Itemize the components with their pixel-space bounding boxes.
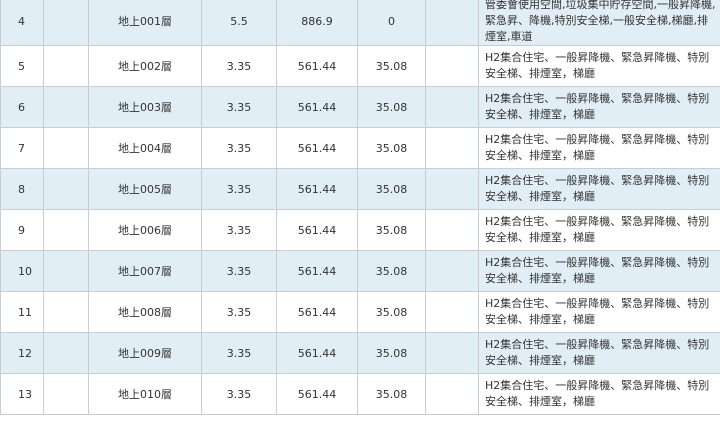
floor-height: 3.35: [201, 168, 277, 210]
table-row: 12 地上009層 3.35 561.44 35.08 H2集合住宅、一般昇降機…: [0, 332, 720, 374]
floor-area: 561.44: [276, 45, 358, 87]
floor-area: 561.44: [276, 209, 358, 251]
table-row: 9 地上006層 3.35 561.44 35.08 H2集合住宅、一般昇降機、…: [0, 209, 720, 251]
floor-name: 地上006層: [88, 209, 202, 251]
empty-cell: [43, 250, 89, 292]
floor-usage: H2集合住宅、一般昇降機、緊急昇降機、特別安全梯、排煙室，梯廳: [478, 291, 720, 333]
empty-cell: [43, 168, 89, 210]
empty-cell: [425, 291, 479, 333]
floor-usage: H2集合住宅、一般昇降機、緊急昇降機、特別安全梯、排煙室，梯廳: [478, 373, 720, 415]
floor-height: 3.35: [201, 86, 277, 128]
empty-cell: [425, 168, 479, 210]
mezzanine-area: 35.08: [357, 127, 426, 169]
floor-height: 3.35: [201, 127, 277, 169]
floor-height: 3.35: [201, 209, 277, 251]
empty-cell: [43, 45, 89, 87]
mezzanine-area: 35.08: [357, 332, 426, 374]
row-number: 12: [0, 332, 44, 374]
floor-name: 地上005層: [88, 168, 202, 210]
floor-area: 561.44: [276, 291, 358, 333]
empty-cell: [43, 127, 89, 169]
mezzanine-area: 35.08: [357, 209, 426, 251]
floor-height: 5.5: [201, 0, 277, 46]
table-row: 10 地上007層 3.35 561.44 35.08 H2集合住宅、一般昇降機…: [0, 250, 720, 292]
mezzanine-area: 35.08: [357, 168, 426, 210]
empty-cell: [425, 45, 479, 87]
empty-cell: [425, 209, 479, 251]
empty-cell: [425, 86, 479, 128]
floor-usage: H2集合住宅、一般昇降機、緊急昇降機、特別安全梯、排煙室，梯廳: [478, 168, 720, 210]
floor-name: 地上001層: [88, 0, 202, 46]
table-row: 4 地上001層 5.5 886.9 0 管委會使用空間,垃圾集中貯存空間,一般…: [0, 0, 720, 46]
floor-name: 地上003層: [88, 86, 202, 128]
mezzanine-area: 35.08: [357, 373, 426, 415]
row-number: 6: [0, 86, 44, 128]
empty-cell: [425, 250, 479, 292]
floor-name: 地上004層: [88, 127, 202, 169]
table-row: 5 地上002層 3.35 561.44 35.08 H2集合住宅、一般昇降機、…: [0, 45, 720, 87]
floor-area: 561.44: [276, 373, 358, 415]
table-body: 4 地上001層 5.5 886.9 0 管委會使用空間,垃圾集中貯存空間,一般…: [0, 0, 720, 415]
floor-name: 地上002層: [88, 45, 202, 87]
floor-name: 地上007層: [88, 250, 202, 292]
floor-area: 561.44: [276, 250, 358, 292]
floor-height: 3.35: [201, 332, 277, 374]
empty-cell: [43, 291, 89, 333]
row-number: 10: [0, 250, 44, 292]
mezzanine-area: 35.08: [357, 291, 426, 333]
mezzanine-area: 0: [357, 0, 426, 46]
empty-cell: [43, 332, 89, 374]
table-row: 7 地上004層 3.35 561.44 35.08 H2集合住宅、一般昇降機、…: [0, 127, 720, 169]
empty-cell: [43, 209, 89, 251]
floor-height: 3.35: [201, 373, 277, 415]
floor-usage: H2集合住宅、一般昇降機、緊急昇降機、特別安全梯、排煙室，梯廳: [478, 86, 720, 128]
empty-cell: [43, 0, 89, 46]
row-number: 7: [0, 127, 44, 169]
row-number: 4: [0, 0, 44, 46]
floor-name: 地上008層: [88, 291, 202, 333]
floor-usage: H2集合住宅、一般昇降機、緊急昇降機、特別安全梯、排煙室，梯廳: [478, 209, 720, 251]
row-number: 5: [0, 45, 44, 87]
row-number: 11: [0, 291, 44, 333]
empty-cell: [425, 127, 479, 169]
floor-height: 3.35: [201, 250, 277, 292]
empty-cell: [425, 0, 479, 46]
floor-height: 3.35: [201, 45, 277, 87]
table-row: 11 地上008層 3.35 561.44 35.08 H2集合住宅、一般昇降機…: [0, 291, 720, 333]
floor-height: 3.35: [201, 291, 277, 333]
empty-cell: [425, 332, 479, 374]
row-number: 8: [0, 168, 44, 210]
floor-area-table: 4 地上001層 5.5 886.9 0 管委會使用空間,垃圾集中貯存空間,一般…: [0, 0, 720, 415]
floor-area: 561.44: [276, 127, 358, 169]
floor-usage: H2集合住宅、一般昇降機、緊急昇降機、特別安全梯、排煙室，梯廳: [478, 127, 720, 169]
mezzanine-area: 35.08: [357, 45, 426, 87]
empty-cell: [43, 86, 89, 128]
table-row: 8 地上005層 3.35 561.44 35.08 H2集合住宅、一般昇降機、…: [0, 168, 720, 210]
mezzanine-area: 35.08: [357, 86, 426, 128]
floor-usage: 管委會使用空間,垃圾集中貯存空間,一般昇降機,緊急昇、降機,特別安全梯,一般安全…: [478, 0, 720, 46]
table-row: 13 地上010層 3.35 561.44 35.08 H2集合住宅、一般昇降機…: [0, 373, 720, 415]
row-number: 13: [0, 373, 44, 415]
floor-area: 561.44: [276, 168, 358, 210]
floor-usage: H2集合住宅、一般昇降機、緊急昇降機、特別安全梯、排煙室，梯廳: [478, 332, 720, 374]
empty-cell: [43, 373, 89, 415]
row-number: 9: [0, 209, 44, 251]
floor-area: 561.44: [276, 86, 358, 128]
floor-name: 地上010層: [88, 373, 202, 415]
floor-area: 886.9: [276, 0, 358, 46]
floor-usage: H2集合住宅、一般昇降機、緊急昇降機、特別安全梯、排煙室，梯廳: [478, 45, 720, 87]
floor-name: 地上009層: [88, 332, 202, 374]
empty-cell: [425, 373, 479, 415]
floor-usage: H2集合住宅、一般昇降機、緊急昇降機、特別安全梯、排煙室，梯廳: [478, 250, 720, 292]
mezzanine-area: 35.08: [357, 250, 426, 292]
floor-area: 561.44: [276, 332, 358, 374]
table-row: 6 地上003層 3.35 561.44 35.08 H2集合住宅、一般昇降機、…: [0, 86, 720, 128]
